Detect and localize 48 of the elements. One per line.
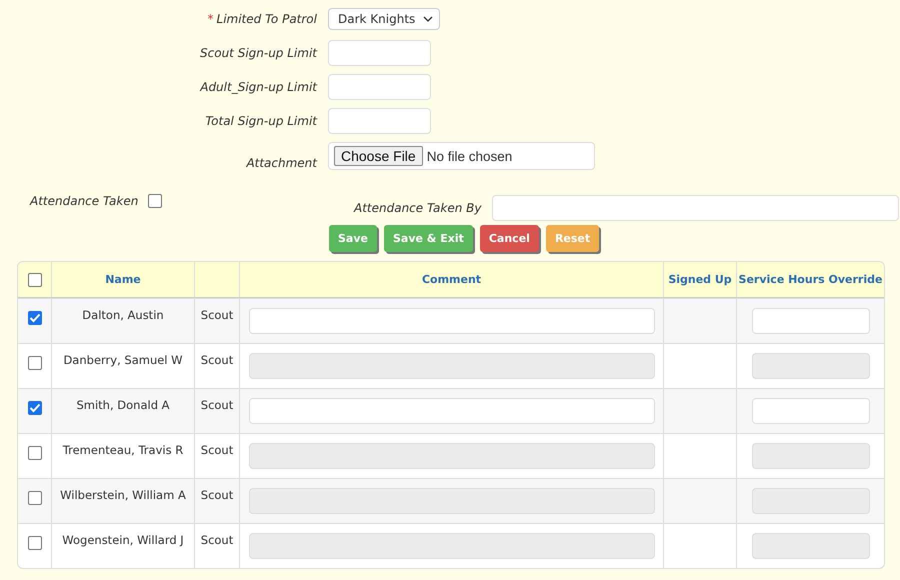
column-header: Service Hours Override [738, 273, 882, 286]
hours-field[interactable] [752, 308, 870, 334]
column-header: Comment [422, 273, 482, 286]
type-cell: Scout [200, 398, 234, 412]
attendance-by-field[interactable] [492, 195, 898, 221]
row-checkbox[interactable] [28, 311, 42, 325]
comment-field[interactable] [248, 398, 654, 424]
type-cell: Scout [200, 353, 234, 367]
column-header: Signed Up [668, 273, 732, 286]
type-cell: Scout [200, 308, 234, 322]
comment-field[interactable] [248, 308, 654, 334]
row-checkbox[interactable] [28, 491, 42, 505]
row-checkbox[interactable] [28, 356, 42, 370]
name-cell: Trementeau, Travis R [62, 443, 184, 457]
choose-file-button[interactable]: Choose File [334, 146, 423, 166]
attendance-label: Attendance Taken [30, 194, 138, 208]
name-cell: Smith, Donald A [76, 398, 170, 412]
type-cell: Scout [200, 488, 234, 502]
chevron-icon [423, 16, 434, 22]
row-checkbox[interactable] [28, 401, 42, 415]
action-button[interactable]: Save & Exit [384, 225, 473, 252]
field-label: Adult_Sign-up Limit [200, 80, 317, 94]
action-button[interactable]: Cancel [480, 225, 539, 252]
select-all-checkbox[interactable] [28, 272, 42, 286]
input-field[interactable] [328, 74, 431, 100]
file-status: No file chosen [426, 148, 512, 164]
input-field[interactable] [328, 40, 431, 66]
name-cell: Dalton, Austin [82, 308, 164, 322]
field-label: Total Sign-up Limit [205, 114, 317, 128]
input-field[interactable] [328, 108, 431, 134]
patrol-select[interactable]: Dark Knights [328, 8, 440, 30]
required-asterisk: * [208, 12, 214, 26]
field-label: Limited To Patrol [216, 12, 317, 26]
name-cell: Wilberstein, William A [60, 488, 186, 502]
file-field[interactable]: Choose File No file chosen [328, 142, 595, 170]
attendance-checkbox[interactable] [148, 194, 162, 208]
attendance-by-label: Attendance Taken By [354, 201, 482, 215]
hours-field[interactable] [752, 398, 870, 424]
column-header: Name [105, 273, 141, 286]
name-cell: Danberry, Samuel W [63, 353, 183, 367]
type-cell: Scout [200, 533, 234, 547]
field-label: Scout Sign-up Limit [200, 46, 317, 60]
name-cell: Wogenstein, Willard J [62, 533, 184, 547]
action-button[interactable]: Save [329, 225, 377, 252]
field-label: Attachment [246, 156, 317, 170]
row-checkbox[interactable] [28, 536, 42, 550]
type-cell: Scout [200, 443, 234, 457]
row-checkbox[interactable] [28, 446, 42, 460]
